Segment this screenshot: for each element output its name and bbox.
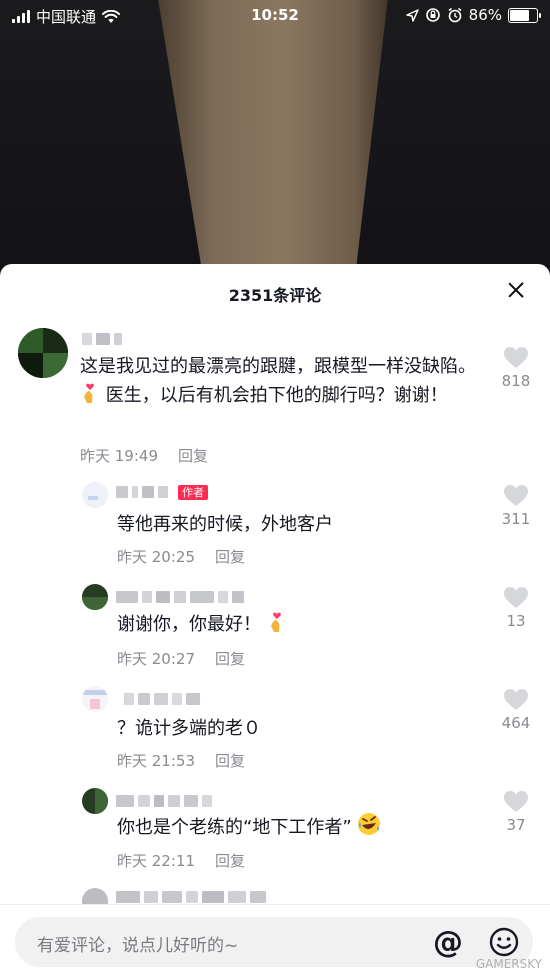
username-blurred[interactable]: [116, 794, 212, 808]
reply-button[interactable]: 回复: [215, 850, 245, 871]
like-button[interactable]: 37: [494, 790, 538, 834]
comment-input-bar: 有爱评论，说点儿好听的~ @ GAMERSKY: [0, 904, 550, 978]
heart-icon: [504, 791, 528, 812]
like-button[interactable]: 818: [494, 346, 538, 390]
like-button[interactable]: 13: [494, 586, 538, 630]
alarm-icon: [448, 7, 462, 23]
status-bar: 中国联通 10:52 86%: [0, 0, 550, 32]
input-placeholder: 有爱评论，说点儿好听的~: [37, 936, 239, 956]
status-right: 86%: [405, 6, 541, 24]
username-blurred[interactable]: [124, 692, 200, 706]
at-icon[interactable]: @: [433, 925, 463, 960]
comment-time: 昨天 22:11: [117, 852, 195, 870]
orientation-lock-icon: [425, 8, 440, 22]
avatar[interactable]: [82, 788, 108, 814]
like-count: 13: [506, 612, 526, 630]
avatar[interactable]: [82, 482, 108, 508]
comment-text: 等他再来的时候，外地客户: [117, 514, 333, 535]
like-count: 311: [501, 510, 531, 528]
comment-count-title: 2351条评论: [228, 286, 322, 305]
comment-text: 你也是个老练的“地下工作者”: [117, 812, 477, 842]
username-blurred[interactable]: [82, 332, 122, 346]
heart-icon: [504, 347, 528, 368]
sheet-header: 2351条评论: [0, 264, 550, 318]
username-blurred[interactable]: 作者: [116, 484, 208, 500]
comment-text: 这是我见过的最漂亮的跟腱，跟模型一样没缺陷。 医生，以后有机会拍下他的脚行吗？谢…: [80, 356, 476, 406]
comment-text: ？诡计多端的老０: [117, 718, 261, 739]
username-blurred[interactable]: [116, 590, 244, 604]
heart-icon: [504, 587, 528, 608]
battery-percent: 86%: [468, 6, 502, 24]
reply-button[interactable]: 回复: [215, 750, 245, 771]
avatar[interactable]: [18, 328, 68, 378]
reply-button[interactable]: 回复: [215, 546, 245, 567]
comment-time: 昨天 21:53: [117, 752, 195, 770]
watermark: GAMERSKY: [475, 957, 542, 971]
reply-item: 谢谢你，你最好！ 昨天 20:27 回复 13: [0, 580, 550, 680]
comment-meta: 昨天 20:25 回复: [117, 546, 245, 567]
like-button[interactable]: 311: [494, 484, 538, 528]
video-background: [0, 0, 550, 290]
reply-item: [0, 886, 550, 906]
reply-item: 你也是个老练的“地下工作者” 昨天 22:11 回复 37: [0, 784, 550, 884]
comment-time: 昨天 19:49: [80, 447, 158, 465]
reply-button[interactable]: 回复: [178, 445, 208, 466]
battery-icon: [508, 7, 541, 23]
comment-sheet: 2351条评论 这是我见过的最漂亮的跟腱，跟模型一样没缺陷。 医生，以后有机会拍…: [0, 264, 550, 978]
comment-meta: 昨天 20:27 回复: [117, 648, 245, 669]
smile-icon[interactable]: [489, 927, 519, 957]
comment-meta: 昨天 22:11 回复: [117, 850, 245, 871]
like-count: 37: [506, 816, 526, 834]
video-frame-leg: [155, 0, 390, 290]
heart-hand-emoji: [84, 383, 94, 403]
heart-icon: [504, 485, 528, 506]
comment-meta: 昨天 19:49 回复: [80, 445, 208, 466]
like-count: 818: [501, 372, 531, 390]
avatar[interactable]: [82, 686, 108, 712]
comment-item: 这是我见过的最漂亮的跟腱，跟模型一样没缺陷。 医生，以后有机会拍下他的脚行吗？谢…: [0, 320, 550, 470]
comment-text: 谢谢你，你最好！: [117, 610, 477, 639]
comment-meta: 昨天 21:53 回复: [117, 750, 245, 771]
comment-input[interactable]: 有爱评论，说点儿好听的~ @: [15, 917, 533, 967]
close-icon[interactable]: [504, 278, 528, 302]
comment-time: 昨天 20:25: [117, 548, 195, 566]
rofl-emoji: [358, 813, 381, 835]
comment-time: 昨天 20:27: [117, 650, 195, 668]
reply-button[interactable]: 回复: [215, 648, 245, 669]
location-icon: [405, 8, 419, 22]
author-tag: 作者: [178, 484, 208, 500]
heart-icon: [504, 689, 528, 710]
avatar[interactable]: [82, 584, 108, 610]
username-blurred[interactable]: [116, 890, 266, 904]
reply-item: ？诡计多端的老０ 昨天 21:53 回复 464: [0, 682, 550, 782]
heart-hand-emoji: [270, 612, 281, 632]
reply-item: 作者 等他再来的时候，外地客户 昨天 20:25 回复 311: [0, 478, 550, 578]
like-count: 464: [501, 714, 531, 732]
like-button[interactable]: 464: [494, 688, 538, 732]
